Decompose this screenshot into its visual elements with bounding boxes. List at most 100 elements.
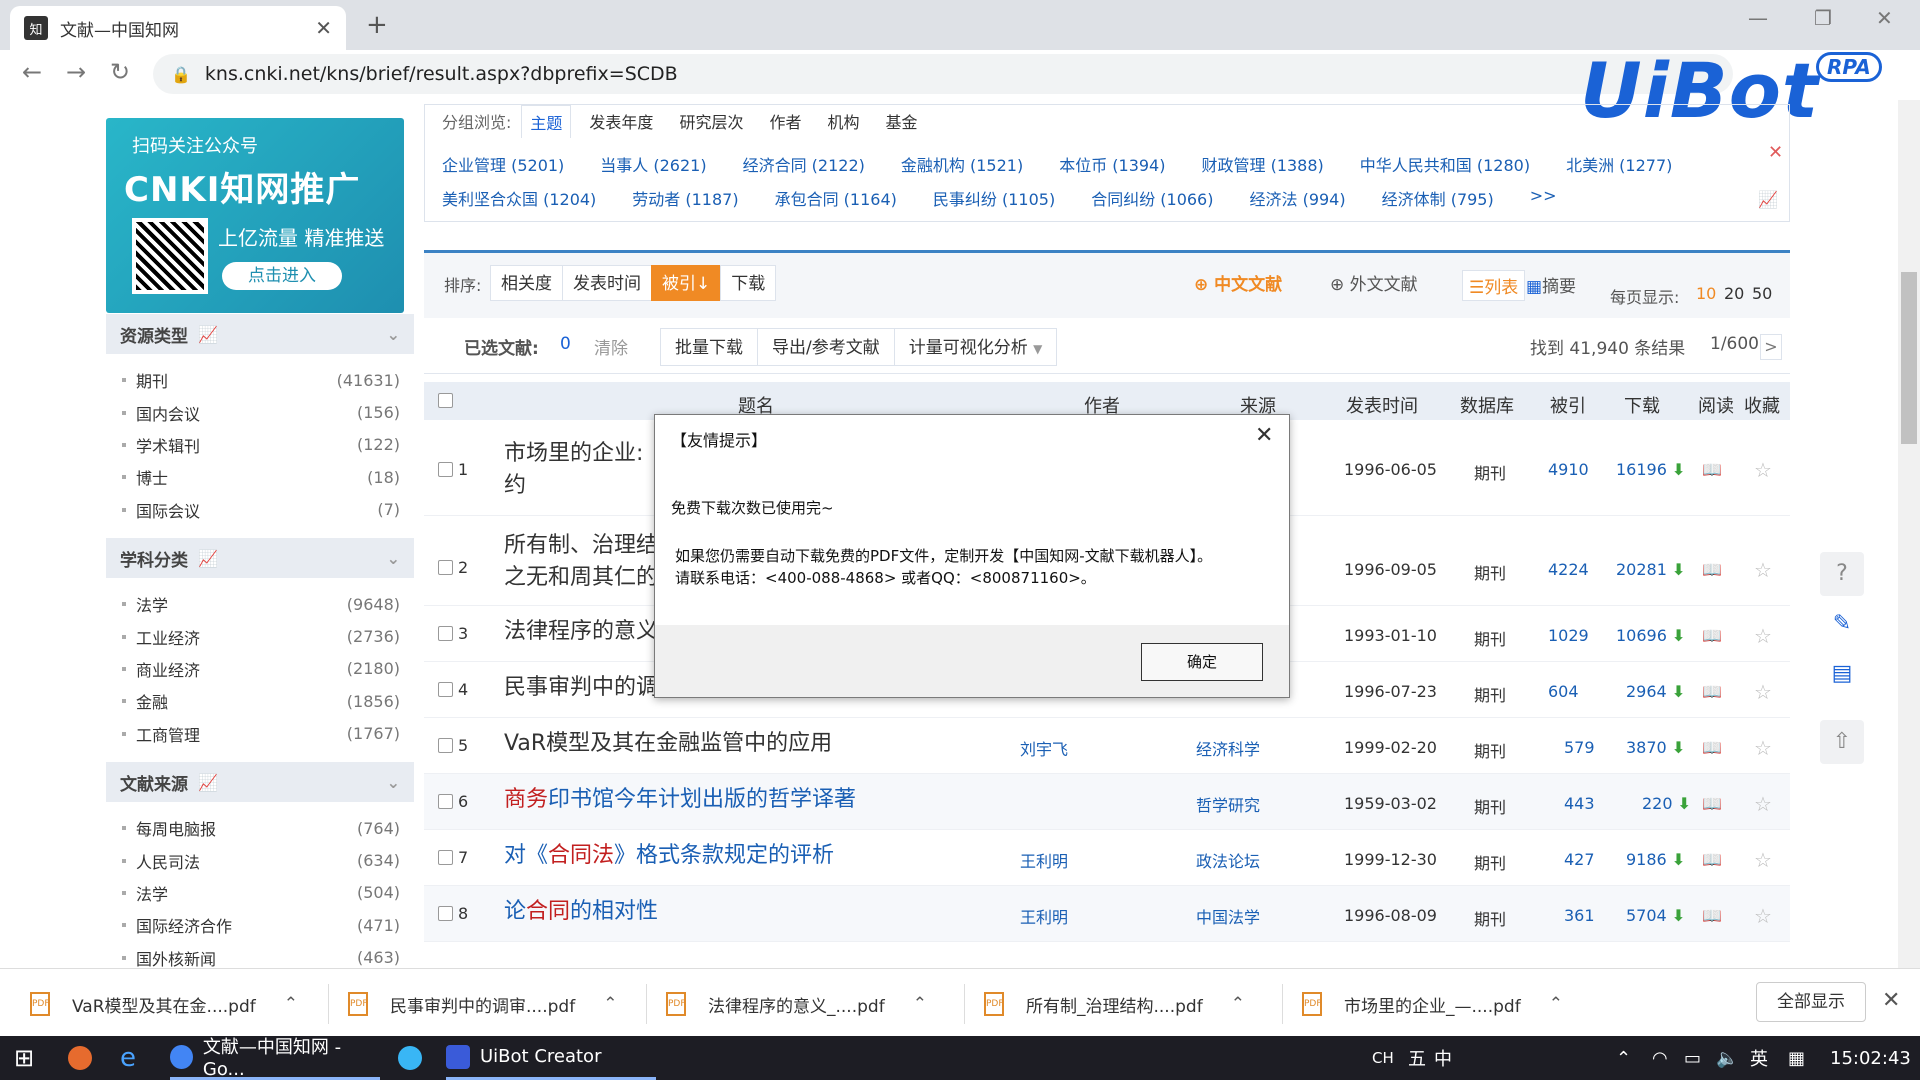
facet-item[interactable]: 学术辑刊 (122) (106, 429, 414, 461)
more-topics-link[interactable]: >> (1530, 186, 1557, 210)
topic-link[interactable]: 本位币 (1394) (1059, 152, 1165, 176)
banner-enter-button[interactable]: 点击进入 (222, 262, 342, 290)
row-source[interactable]: 经济科学 (1196, 736, 1260, 760)
dialog-close-icon[interactable]: ✕ (1255, 423, 1273, 448)
foreign-literature-button[interactable]: ⊕ 外文文献 (1330, 270, 1418, 295)
facet-item[interactable]: 人民司法 (634) (106, 844, 414, 876)
header-read[interactable]: 阅读 (1698, 392, 1734, 418)
reload-icon[interactable]: ↻ (110, 58, 130, 86)
favorite-star-icon[interactable]: ☆ (1754, 458, 1772, 482)
qq-icon[interactable] (398, 1036, 432, 1080)
clock[interactable]: 15:02:43 (1830, 1036, 1911, 1080)
facet-item[interactable]: 工业经济 (2736) (106, 620, 414, 652)
taskbar-uibot-window[interactable]: UiBot Creator (446, 1036, 656, 1080)
topic-link[interactable]: 金融机构 (1521) (901, 152, 1023, 176)
topic-link[interactable]: 承包合同 (1164) (775, 186, 897, 210)
tab-level[interactable]: 研究层次 (679, 109, 743, 133)
facet-item[interactable]: 国内会议 (156) (106, 396, 414, 428)
row-cited[interactable]: 427 (1564, 850, 1595, 869)
row-cited[interactable]: 361 (1564, 906, 1595, 925)
tab-institution[interactable]: 机构 (827, 109, 859, 133)
visual-analysis-button[interactable]: 计量可视化分析 ▼ (893, 328, 1058, 366)
chinese-literature-button[interactable]: ⊕ 中文文献 (1194, 270, 1282, 295)
document-check-icon[interactable]: ▤ (1820, 652, 1864, 696)
help-icon[interactable]: ? (1820, 552, 1864, 596)
per-page-20[interactable]: 20 (1724, 284, 1744, 303)
chevron-up-icon[interactable]: ⌃ (1549, 994, 1563, 1014)
topic-link[interactable]: 当事人 (2621) (600, 152, 706, 176)
topic-link[interactable]: 合同纠纷 (1066) (1091, 186, 1213, 210)
topic-link[interactable]: 中华人民共和国 (1280) (1360, 152, 1530, 176)
language-indicator[interactable]: CH (1372, 1036, 1394, 1080)
download-item[interactable]: PDF 法律程序的意义_....pdf ⌃ (666, 984, 927, 1024)
row-checkbox[interactable] (438, 794, 453, 809)
facet-item[interactable]: 国际会议 (7) (106, 494, 414, 526)
select-all-checkbox[interactable] (438, 393, 453, 408)
facet-header-resource-type[interactable]: 资源类型 📈 ⌄ (106, 314, 414, 354)
read-icon[interactable]: 📖 (1702, 906, 1722, 925)
minimize-icon[interactable]: — (1748, 6, 1768, 30)
row-cited[interactable]: 1029 (1548, 626, 1589, 645)
chart-icon[interactable]: 📈 (198, 325, 218, 344)
sort-relevance-button[interactable]: 相关度 (490, 265, 563, 301)
chevron-down-icon[interactable]: ⌄ (387, 549, 400, 568)
row-download[interactable]: 3870 ⬇ (1626, 738, 1685, 757)
facet-item[interactable]: 法学 (9648) (106, 588, 414, 620)
tray-chevron-up-icon[interactable]: ⌃ (1616, 1036, 1631, 1080)
new-tab-icon[interactable]: + (366, 10, 388, 40)
tab-fund[interactable]: 基金 (885, 109, 917, 133)
row-title-link[interactable]: 所有制、治理结 之无和周其仁的 (504, 530, 664, 594)
facet-item[interactable]: 期刊 (41631) (106, 364, 414, 396)
row-download[interactable]: 220 ⬇ (1642, 794, 1691, 813)
vertical-scrollbar[interactable] (1898, 100, 1920, 968)
read-icon[interactable]: 📖 (1702, 560, 1722, 579)
scrollbar-thumb[interactable] (1901, 272, 1917, 444)
read-icon[interactable]: 📖 (1702, 738, 1722, 757)
facet-item[interactable]: 商业经济 (2180) (106, 653, 414, 685)
chevron-up-icon[interactable]: ⌃ (603, 994, 617, 1014)
favorite-star-icon[interactable]: ☆ (1754, 904, 1772, 928)
row-author[interactable]: 王利明 (1020, 848, 1068, 872)
row-title-link[interactable]: 论合同的相对性 (504, 896, 658, 928)
favorite-star-icon[interactable]: ☆ (1754, 736, 1772, 760)
row-title-link[interactable]: 对《合同法》格式条款规定的评析 (504, 840, 834, 872)
row-checkbox[interactable] (438, 906, 453, 921)
sort-cited-button[interactable]: 被引↓ (651, 265, 722, 301)
row-title-link[interactable]: 民事审判中的调 (504, 672, 658, 704)
taskbar-chrome-window[interactable]: 文献—中国知网 - Go... (170, 1036, 380, 1080)
sort-download-button[interactable]: 下载 (720, 265, 777, 301)
row-download[interactable]: 2964 ⬇ (1626, 682, 1685, 701)
chart-icon[interactable]: 📈 (198, 549, 218, 568)
address-bar[interactable]: 🔒 kns.cnki.net/kns/brief/result.aspx?dbp… (153, 54, 1733, 94)
row-cited[interactable]: 604 (1548, 682, 1579, 701)
download-item[interactable]: PDF 所有制_治理结构....pdf ⌃ (984, 984, 1245, 1024)
wifi-icon[interactable]: ◠ (1652, 1036, 1668, 1080)
favorite-star-icon[interactable]: ☆ (1754, 558, 1772, 582)
read-icon[interactable]: 📖 (1702, 682, 1722, 701)
export-button[interactable]: 导出/参考文献 (757, 328, 895, 366)
dialog-ok-button[interactable]: 确定 (1141, 643, 1263, 681)
row-title-link[interactable]: 市场里的企业: 约 (504, 438, 664, 502)
facet-header-source[interactable]: 文献来源 📈 ⌄ (106, 762, 414, 802)
topic-link[interactable]: 北美洲 (1277) (1566, 152, 1672, 176)
download-item[interactable]: PDF 民事审判中的调审....pdf ⌃ (348, 984, 617, 1024)
sort-date-button[interactable]: 发表时间 (562, 265, 652, 301)
row-download[interactable]: 10696 ⬇ (1616, 626, 1685, 645)
topic-link[interactable]: 劳动者 (1187) (632, 186, 738, 210)
topic-link[interactable]: 经济法 (994) (1249, 186, 1345, 210)
tab-close-icon[interactable]: ✕ (315, 16, 332, 40)
chevron-up-icon[interactable]: ⌃ (284, 994, 298, 1014)
facet-item[interactable]: 每周电脑报 (764) (106, 812, 414, 844)
topic-link[interactable]: 经济合同 (2122) (743, 152, 865, 176)
row-title-link[interactable]: VaR模型及其在金融监管中的应用 (504, 728, 832, 760)
chevron-up-icon[interactable]: ⌃ (913, 994, 927, 1014)
windows-start-icon[interactable]: ⊞ (14, 1036, 34, 1080)
facet-header-subject[interactable]: 学科分类 📈 ⌄ (106, 538, 414, 578)
input-lang-indicator[interactable]: 英 (1750, 1036, 1768, 1080)
row-author[interactable]: 王利明 (1020, 904, 1068, 928)
per-page-10[interactable]: 10 (1696, 284, 1716, 303)
topic-link[interactable]: 美利坚合众国 (1204) (442, 186, 596, 210)
next-page-button[interactable]: > (1760, 334, 1782, 360)
read-icon[interactable]: 📖 (1702, 626, 1722, 645)
row-source[interactable]: 哲学研究 (1196, 792, 1260, 816)
